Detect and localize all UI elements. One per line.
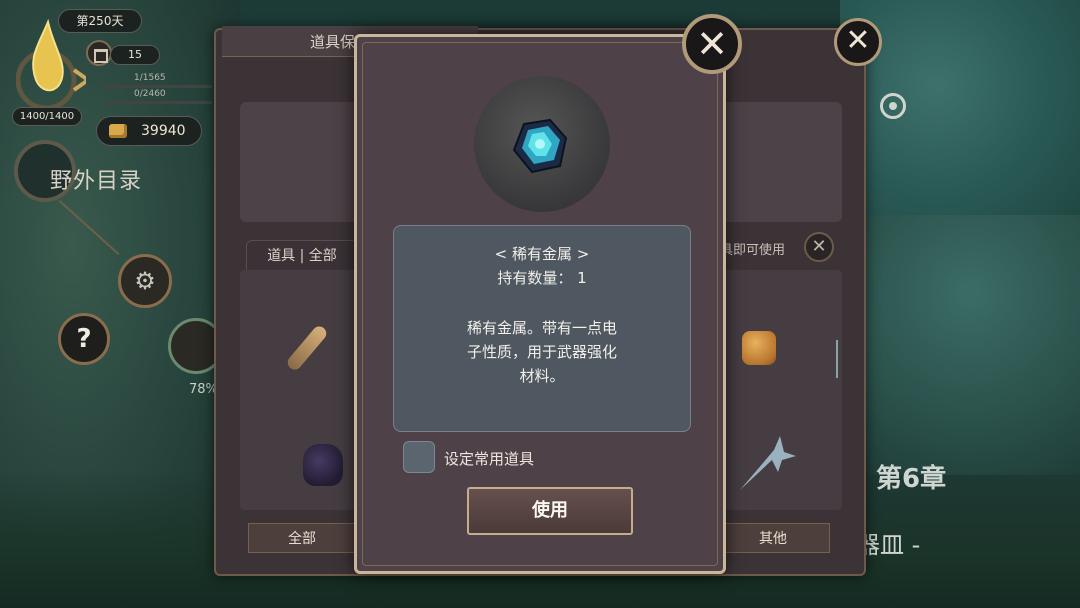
calendar-icon — [86, 40, 112, 66]
item-name: < 稀有金属 > — [494, 245, 590, 263]
hp-counter: 1400/1400 — [12, 107, 82, 126]
favorite-checkbox[interactable] — [403, 441, 435, 473]
close-icon: ✕ — [696, 22, 728, 66]
close-icon: ✕ — [845, 23, 871, 58]
help-button[interactable]: ? — [58, 313, 110, 365]
list-scrollbar[interactable] — [836, 340, 838, 378]
instant-use-toggle[interactable]: ✕ — [804, 232, 834, 262]
instant-use-label: 具即可使用 — [720, 243, 786, 258]
stat-text-2: 0/2460 — [134, 89, 166, 99]
storage-category-tab[interactable]: 道具 | 全部 — [246, 240, 358, 270]
item-bread-icon[interactable] — [742, 331, 776, 365]
calendar-count: 15 — [110, 45, 160, 65]
close-storage-button[interactable]: ✕ — [834, 18, 882, 66]
compass-icon[interactable] — [880, 93, 906, 119]
close-icon: ✕ — [811, 236, 827, 257]
item-count: 持有数量： 1 — [497, 269, 587, 287]
stat-bar-1 — [102, 85, 212, 88]
item-description-text: 稀有金属。带有一点电子性质，用于武器强化材料。 — [467, 319, 618, 385]
forest-right — [860, 215, 1080, 475]
gold-icon — [109, 124, 127, 138]
gold-display: 39940 — [96, 116, 202, 146]
tab-all[interactable]: 全部 — [248, 523, 356, 553]
field-catalog-label[interactable]: 野外目录 — [50, 163, 142, 195]
gear-icon: ⚙ — [134, 267, 156, 295]
item-crystal-icon[interactable] — [734, 430, 800, 496]
flame-icon — [16, 18, 86, 110]
menu-connector — [58, 200, 120, 256]
gold-amount: 39940 — [141, 123, 186, 139]
item-description: 稀有金属。带有一点电子性质，用于武器强化材料。 — [393, 316, 691, 388]
stat-bar-2 — [102, 101, 212, 104]
close-dialog-button[interactable]: ✕ — [682, 14, 742, 74]
stat-text-1: 1/1565 — [134, 73, 166, 83]
tab-other[interactable]: 其他 — [716, 523, 830, 553]
chapter-label: 第6章 — [876, 464, 947, 494]
use-button[interactable]: 使用 — [467, 487, 633, 535]
favorite-label: 设定常用道具 — [444, 450, 535, 468]
item-cloth-icon[interactable] — [303, 444, 343, 486]
settings-gear-button[interactable]: ⚙ — [118, 254, 172, 308]
rare-metal-ore-icon — [512, 118, 568, 174]
